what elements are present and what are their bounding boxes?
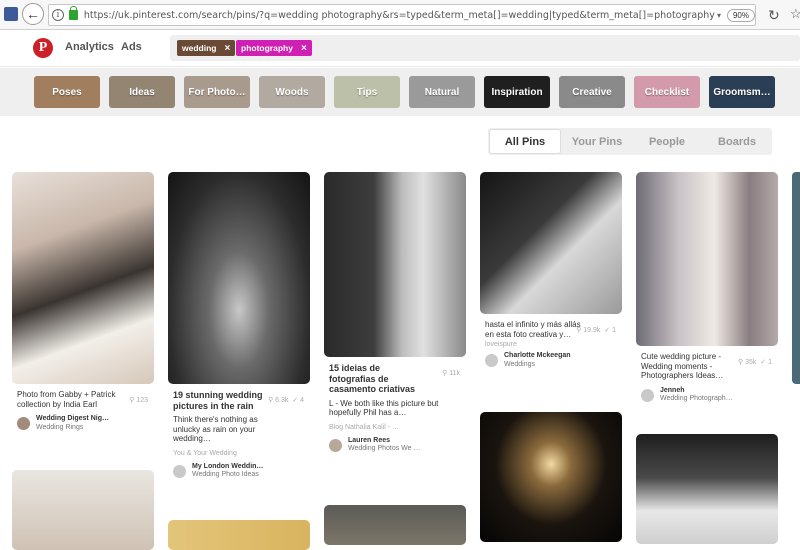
avatar — [485, 354, 498, 367]
info-icon[interactable]: i — [52, 9, 64, 21]
pin-image[interactable] — [324, 505, 466, 545]
guided-filter-inspiration[interactable]: Inspiration — [484, 76, 550, 108]
back-button[interactable]: ← — [22, 3, 44, 25]
guided-filter-checklist[interactable]: Checklist — [634, 76, 700, 108]
site-tab-icon — [4, 7, 18, 21]
pinner-name: Wedding Digest Nig… — [36, 415, 109, 422]
pinner-name: Jenneh — [660, 386, 685, 394]
chip-label: wedding — [182, 43, 217, 53]
chevron-down-icon[interactable]: ▾ — [717, 11, 721, 20]
pin-description: hasta el infinito y más allás en esta fo… — [485, 320, 581, 339]
close-icon[interactable]: × — [224, 43, 230, 54]
pin-card[interactable]: Photo from Gabby + Patrick collection by… — [12, 172, 154, 432]
pin-image[interactable] — [168, 172, 310, 384]
check-icon: ✓ — [292, 397, 299, 404]
chip-label: photography — [241, 43, 293, 53]
pin-card[interactable] — [168, 520, 310, 550]
pin-image[interactable] — [636, 172, 778, 346]
guided-filter-ideas[interactable]: Ideas — [109, 76, 175, 108]
board-name: Wedding Rings — [36, 423, 84, 431]
pin-save-count: ⚲ 6.3k ✓ 4 — [268, 397, 304, 404]
search-chip-wedding[interactable]: wedding × — [177, 40, 236, 56]
pin-save-count: ⚲ 35k ✓ 1 — [738, 359, 772, 366]
url-text[interactable]: https://uk.pinterest.com/search/pins/?q=… — [84, 10, 715, 21]
board-name: Weddings — [504, 360, 536, 368]
pin-source[interactable]: loveispure — [480, 341, 622, 348]
avatar — [173, 464, 186, 478]
pinner-name: My London Weddin… — [192, 462, 264, 470]
pin-image-partial[interactable] — [792, 172, 800, 384]
guided-filter-forphoto[interactable]: For Photo… — [184, 76, 250, 108]
pin-image[interactable] — [480, 172, 622, 314]
guided-filter-natural[interactable]: Natural — [409, 76, 475, 108]
pinterest-logo-icon[interactable]: P — [33, 38, 53, 58]
pin-card[interactable]: 19 stunning wedding pictures in the rain… — [168, 172, 310, 480]
pin-image[interactable] — [12, 470, 154, 550]
browser-toolbar: ← i https://uk.pinterest.com/search/pins… — [0, 0, 800, 30]
pin-credit[interactable]: Wedding Digest Nig… Wedding Rings — [12, 415, 154, 432]
board-name: Wedding Photo Ideas — [192, 471, 259, 478]
pin-card[interactable] — [12, 470, 154, 550]
pin-type-tabs: All Pins Your Pins People Boards — [488, 128, 772, 155]
guided-filter-creative[interactable]: Creative — [559, 76, 625, 108]
close-icon[interactable]: × — [301, 43, 307, 54]
pin-credit[interactable]: Jenneh Wedding Photograph… — [636, 387, 778, 404]
lock-icon — [68, 6, 78, 20]
board-name: Wedding Photos We … — [348, 445, 421, 452]
pin-save-count: ⚲ 11k — [442, 370, 460, 377]
pin-save-count: ⚲ 123 — [129, 397, 148, 404]
pin-image[interactable] — [636, 434, 778, 544]
nav-analytics[interactable]: Analytics — [65, 41, 114, 53]
pin-description: Think there's nothing as unlucky as rain… — [173, 415, 258, 443]
pin-card[interactable] — [480, 412, 622, 542]
tab-your-pins[interactable]: Your Pins — [562, 128, 632, 155]
pinner-name: Lauren Rees — [348, 436, 391, 444]
search-bar[interactable]: wedding × photography × — [170, 35, 800, 61]
avatar — [17, 417, 30, 430]
pin-card[interactable] — [636, 434, 778, 544]
pin-card[interactable]: Cute wedding picture - Wedding moments -… — [636, 172, 778, 404]
guided-search-row: Poses Ideas For Photo… Woods Tips Natural Insp… — [0, 68, 800, 116]
guided-filter-woods[interactable]: Woods — [259, 76, 325, 108]
pin-card[interactable]: 15 ideias de fotografias de casamento cr… — [324, 172, 466, 454]
pin-source[interactable]: Blog Nathalia Kalil - … — [324, 424, 466, 431]
pin-credit[interactable]: Charlotte Mckeegan Weddings — [480, 352, 622, 369]
address-bar[interactable]: i https://uk.pinterest.com/search/pins/?… — [48, 4, 756, 26]
bookmark-star-icon[interactable]: ☆ — [790, 6, 800, 22]
pin-credit[interactable]: My London Weddin… Wedding Photo Ideas — [168, 463, 310, 480]
guided-filter-poses[interactable]: Poses — [34, 76, 100, 108]
pin-credit[interactable]: Lauren Rees Wedding Photos We … — [324, 437, 466, 454]
pin-source[interactable]: You & Your Wedding — [168, 450, 310, 457]
pin-image[interactable] — [168, 520, 310, 550]
pin-card[interactable] — [324, 505, 466, 545]
pin-description: L - We both like this picture but hopefu… — [329, 398, 439, 418]
site-header: P Analytics Ads wedding × photography × — [0, 31, 800, 67]
guided-filter-tips[interactable]: Tips — [334, 76, 400, 108]
board-name: Wedding Photograph… — [660, 395, 733, 402]
nav-ads[interactable]: Ads — [121, 41, 142, 53]
pin-card[interactable]: hasta el infinito y más allás en esta fo… — [480, 172, 622, 369]
pin-description: Cute wedding picture - Wedding moments -… — [641, 352, 724, 380]
avatar — [329, 438, 342, 452]
back-arrow-icon: ← — [26, 6, 40, 22]
guided-filter-groomsm[interactable]: Groomsm… — [709, 76, 775, 108]
pin-save-count: ⚲ 19.9k ✓ 1 — [576, 327, 616, 334]
pin-image[interactable] — [324, 172, 466, 357]
pin-icon: ⚲ — [129, 397, 135, 404]
tab-all-pins[interactable]: All Pins — [489, 129, 561, 154]
pin-image[interactable] — [12, 172, 154, 384]
pin-description: Photo from Gabby + Patrick collection by… — [17, 390, 116, 409]
tab-boards[interactable]: Boards — [702, 128, 772, 155]
reload-icon[interactable]: ↻ — [768, 7, 780, 24]
avatar — [641, 388, 654, 402]
pinner-name: Charlotte Mckeegan — [504, 352, 571, 359]
zoom-level[interactable]: 90% — [726, 8, 755, 22]
pin-title: 15 ideias de fotografias de casamento cr… — [329, 363, 416, 394]
tab-people[interactable]: People — [632, 128, 702, 155]
search-chip-photography[interactable]: photography × — [236, 40, 312, 56]
pin-title: 19 stunning wedding pictures in the rain — [173, 390, 263, 411]
pin-image[interactable] — [480, 412, 622, 542]
